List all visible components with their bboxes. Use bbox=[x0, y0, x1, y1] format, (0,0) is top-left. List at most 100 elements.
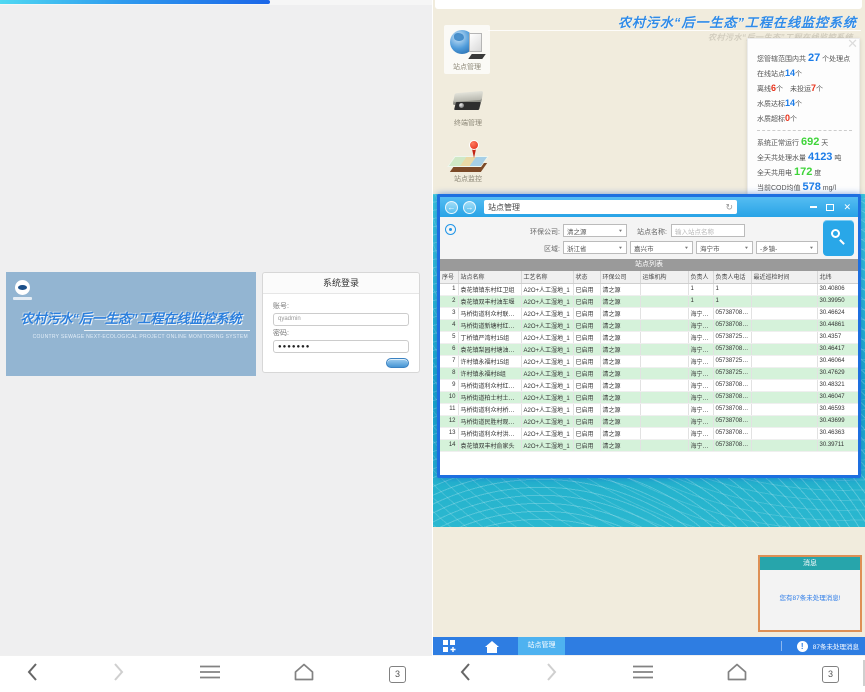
stats-panel: ✕ 您管辖范围内共 27 个处理点在线站点14个离线6个 未投运7个水质达标14… bbox=[747, 38, 860, 196]
table-cell bbox=[751, 367, 817, 379]
table-row[interactable]: 1袁花镇镇东村红卫组A2O+人工湿地_1已启用清之源1130.40806 bbox=[440, 283, 858, 295]
password-input[interactable]: ●●●●●●● bbox=[273, 340, 409, 353]
forward-icon[interactable] bbox=[113, 662, 125, 687]
table-cell: 海宁… bbox=[688, 403, 713, 415]
table-cell: A2O+人工湿地_1 bbox=[521, 427, 573, 439]
title-underline bbox=[488, 30, 861, 31]
desktop-icon-station-monitor[interactable]: 站点监控 bbox=[445, 140, 491, 184]
table-cell: 05738725… bbox=[713, 331, 751, 343]
back-icon[interactable] bbox=[459, 662, 471, 687]
table-cell: 30.46064 bbox=[817, 355, 858, 367]
home-icon[interactable] bbox=[727, 663, 747, 686]
menu-icon[interactable] bbox=[633, 665, 653, 684]
account-input[interactable]: qyadmin bbox=[273, 313, 409, 326]
login-button[interactable] bbox=[386, 358, 409, 368]
icon-label: 终端管理 bbox=[445, 118, 491, 128]
table-cell: A2O+人工湿地_1 bbox=[521, 319, 573, 331]
close-icon[interactable]: ✕ bbox=[843, 203, 851, 212]
forward-icon[interactable] bbox=[546, 662, 558, 687]
table-cell: 05738708… bbox=[713, 379, 751, 391]
table-row[interactable]: 4马桥街道新塘村红…A2O+人工湿地_1已启用清之源海宁…05738708…30… bbox=[440, 319, 858, 331]
tabs-button[interactable]: 3 bbox=[389, 666, 406, 683]
search-button[interactable] bbox=[823, 220, 854, 256]
table-cell: 清之源 bbox=[600, 379, 640, 391]
table-cell: A2O+人工湿地_1 bbox=[521, 355, 573, 367]
table-cell: 9 bbox=[440, 379, 458, 391]
column-header: 负责人 bbox=[688, 271, 713, 283]
table-row[interactable]: 11马桥街道利众村桥…A2O+人工湿地_1已启用清之源海宁…05738708…3… bbox=[440, 403, 858, 415]
right-browser-pane: 农村污水“后一生态”工程在线监控系统 农村污水“后一生态”工程在线监控系统 站点… bbox=[433, 0, 865, 692]
table-row[interactable]: 3马桥街道利众村联…A2O+人工湿地_1已启用清之源海宁…05738708…30… bbox=[440, 307, 858, 319]
table-cell: 清之源 bbox=[600, 427, 640, 439]
table-cell: 已启用 bbox=[573, 427, 600, 439]
window-back-icon[interactable]: ← bbox=[445, 201, 458, 214]
minimize-icon[interactable] bbox=[810, 206, 817, 208]
table-cell bbox=[640, 367, 688, 379]
tabs-button[interactable]: 3 bbox=[822, 666, 839, 683]
table-cell: 05738725… bbox=[713, 355, 751, 367]
table-cell bbox=[751, 427, 817, 439]
table-row[interactable]: 8许村镇永福村8组A2O+人工湿地_1已启用清之源海宁…05738725…30.… bbox=[440, 367, 858, 379]
table-row[interactable]: 10马桥街道柏士村土…A2O+人工湿地_1已启用清之源海宁…05738708…3… bbox=[440, 391, 858, 403]
table-cell: 已启用 bbox=[573, 307, 600, 319]
company-label: 环保公司: bbox=[510, 227, 560, 237]
table-cell: 已启用 bbox=[573, 439, 600, 451]
table-row[interactable]: 5丁桥镇严湾村15组A2O+人工湿地_1已启用清之源海宁…05738725…30… bbox=[440, 331, 858, 343]
table-row[interactable]: 6袁花镇梨园村塘油…A2O+人工湿地_1已启用清之源海宁…05738708…30… bbox=[440, 343, 858, 355]
table-cell: A2O+人工湿地_1 bbox=[521, 379, 573, 391]
table-row[interactable]: 9马桥街道利众村红…A2O+人工湿地_1已启用清之源海宁…05738708…30… bbox=[440, 379, 858, 391]
table-cell: 清之源 bbox=[600, 355, 640, 367]
table-header-row: 序号站点名称工艺名称状态环保公司运维机构负责人负责人电话最近巡检时间北纬 bbox=[440, 271, 858, 283]
desktop-icon-station-management[interactable]: 站点管理 bbox=[444, 25, 490, 74]
table-cell: 清之源 bbox=[600, 283, 640, 295]
station-name-input[interactable]: 输入站点名称 bbox=[671, 224, 745, 237]
region-town-select[interactable]: -乡镇-▼ bbox=[756, 241, 818, 254]
refresh-icon[interactable]: ↻ bbox=[725, 202, 733, 212]
region-province-select[interactable]: 浙江省▼ bbox=[563, 241, 627, 254]
close-icon[interactable]: ✕ bbox=[847, 37, 858, 51]
table-cell: 海宁… bbox=[688, 319, 713, 331]
table-cell: 马桥街道利众村洪… bbox=[458, 427, 521, 439]
target-icon[interactable] bbox=[445, 224, 456, 235]
table-cell bbox=[751, 439, 817, 451]
table-cell: 已启用 bbox=[573, 367, 600, 379]
taskbar-divider bbox=[781, 641, 782, 651]
stat-line: 离线6个 未投运7个 bbox=[757, 84, 852, 94]
menu-icon[interactable] bbox=[200, 665, 220, 684]
login-title: 系统登录 bbox=[263, 273, 419, 294]
table-cell: 许村镇永福村8组 bbox=[458, 367, 521, 379]
banner-divider bbox=[84, 330, 250, 331]
desktop-icon-terminal-management[interactable]: 终端管理 bbox=[445, 88, 491, 128]
table-cell: A2O+人工湿地_1 bbox=[521, 331, 573, 343]
taskbar-tab-station-management[interactable]: 站点管理 bbox=[518, 637, 565, 655]
region-city-select[interactable]: 嘉兴市▼ bbox=[630, 241, 693, 254]
icon-label: 站点管理 bbox=[445, 62, 489, 72]
taskbar-alert[interactable]: ! 87条未处理消息 bbox=[781, 637, 859, 655]
table-row[interactable]: 14袁花镇双丰村俞家头A2O+人工湿地_1已启用清之源海宁…05738708…3… bbox=[440, 439, 858, 451]
table-cell: 14 bbox=[440, 439, 458, 451]
region-county-select[interactable]: 海宁市▼ bbox=[696, 241, 753, 254]
company-select[interactable]: 清之源▼ bbox=[563, 224, 627, 237]
alert-text: 87条未处理消息 bbox=[813, 641, 859, 651]
back-icon[interactable] bbox=[26, 662, 38, 687]
table-cell: 30.44861 bbox=[817, 319, 858, 331]
table-row[interactable]: 2袁花镇双丰村油车堰A2O+人工湿地_1已启用清之源1130.39950 bbox=[440, 295, 858, 307]
table-cell bbox=[751, 307, 817, 319]
table-row[interactable]: 7许村镇永福村15组A2O+人工湿地_1已启用清之源海宁…05738725…30… bbox=[440, 355, 858, 367]
column-header: 北纬 bbox=[817, 271, 858, 283]
table-cell: 11 bbox=[440, 403, 458, 415]
filter-toolbar: 环保公司: 清之源▼ 站点名称: 输入站点名称 区域: 浙江省▼ 嘉兴市▼ 海宁… bbox=[440, 217, 858, 259]
window-title-box[interactable]: 站点管理 ↻ bbox=[484, 200, 737, 214]
terminal-device-icon bbox=[451, 88, 485, 116]
table-cell: 2 bbox=[440, 295, 458, 307]
table-row[interactable]: 13马桥街道利众村洪…A2O+人工湿地_1已启用清之源海宁…05738708…3… bbox=[440, 427, 858, 439]
home-icon[interactable] bbox=[294, 663, 314, 686]
table-cell: 丁桥镇严湾村15组 bbox=[458, 331, 521, 343]
table-cell: A2O+人工湿地_1 bbox=[521, 391, 573, 403]
table-row[interactable]: 12马桥街道民胜村观…A2O+人工湿地_1已启用清之源海宁…05738708…3… bbox=[440, 415, 858, 427]
table-cell: 已启用 bbox=[573, 343, 600, 355]
top-strip bbox=[435, 0, 862, 9]
maximize-icon[interactable] bbox=[826, 204, 834, 211]
window-forward-icon[interactable]: → bbox=[463, 201, 476, 214]
table-cell: A2O+人工湿地_1 bbox=[521, 367, 573, 379]
